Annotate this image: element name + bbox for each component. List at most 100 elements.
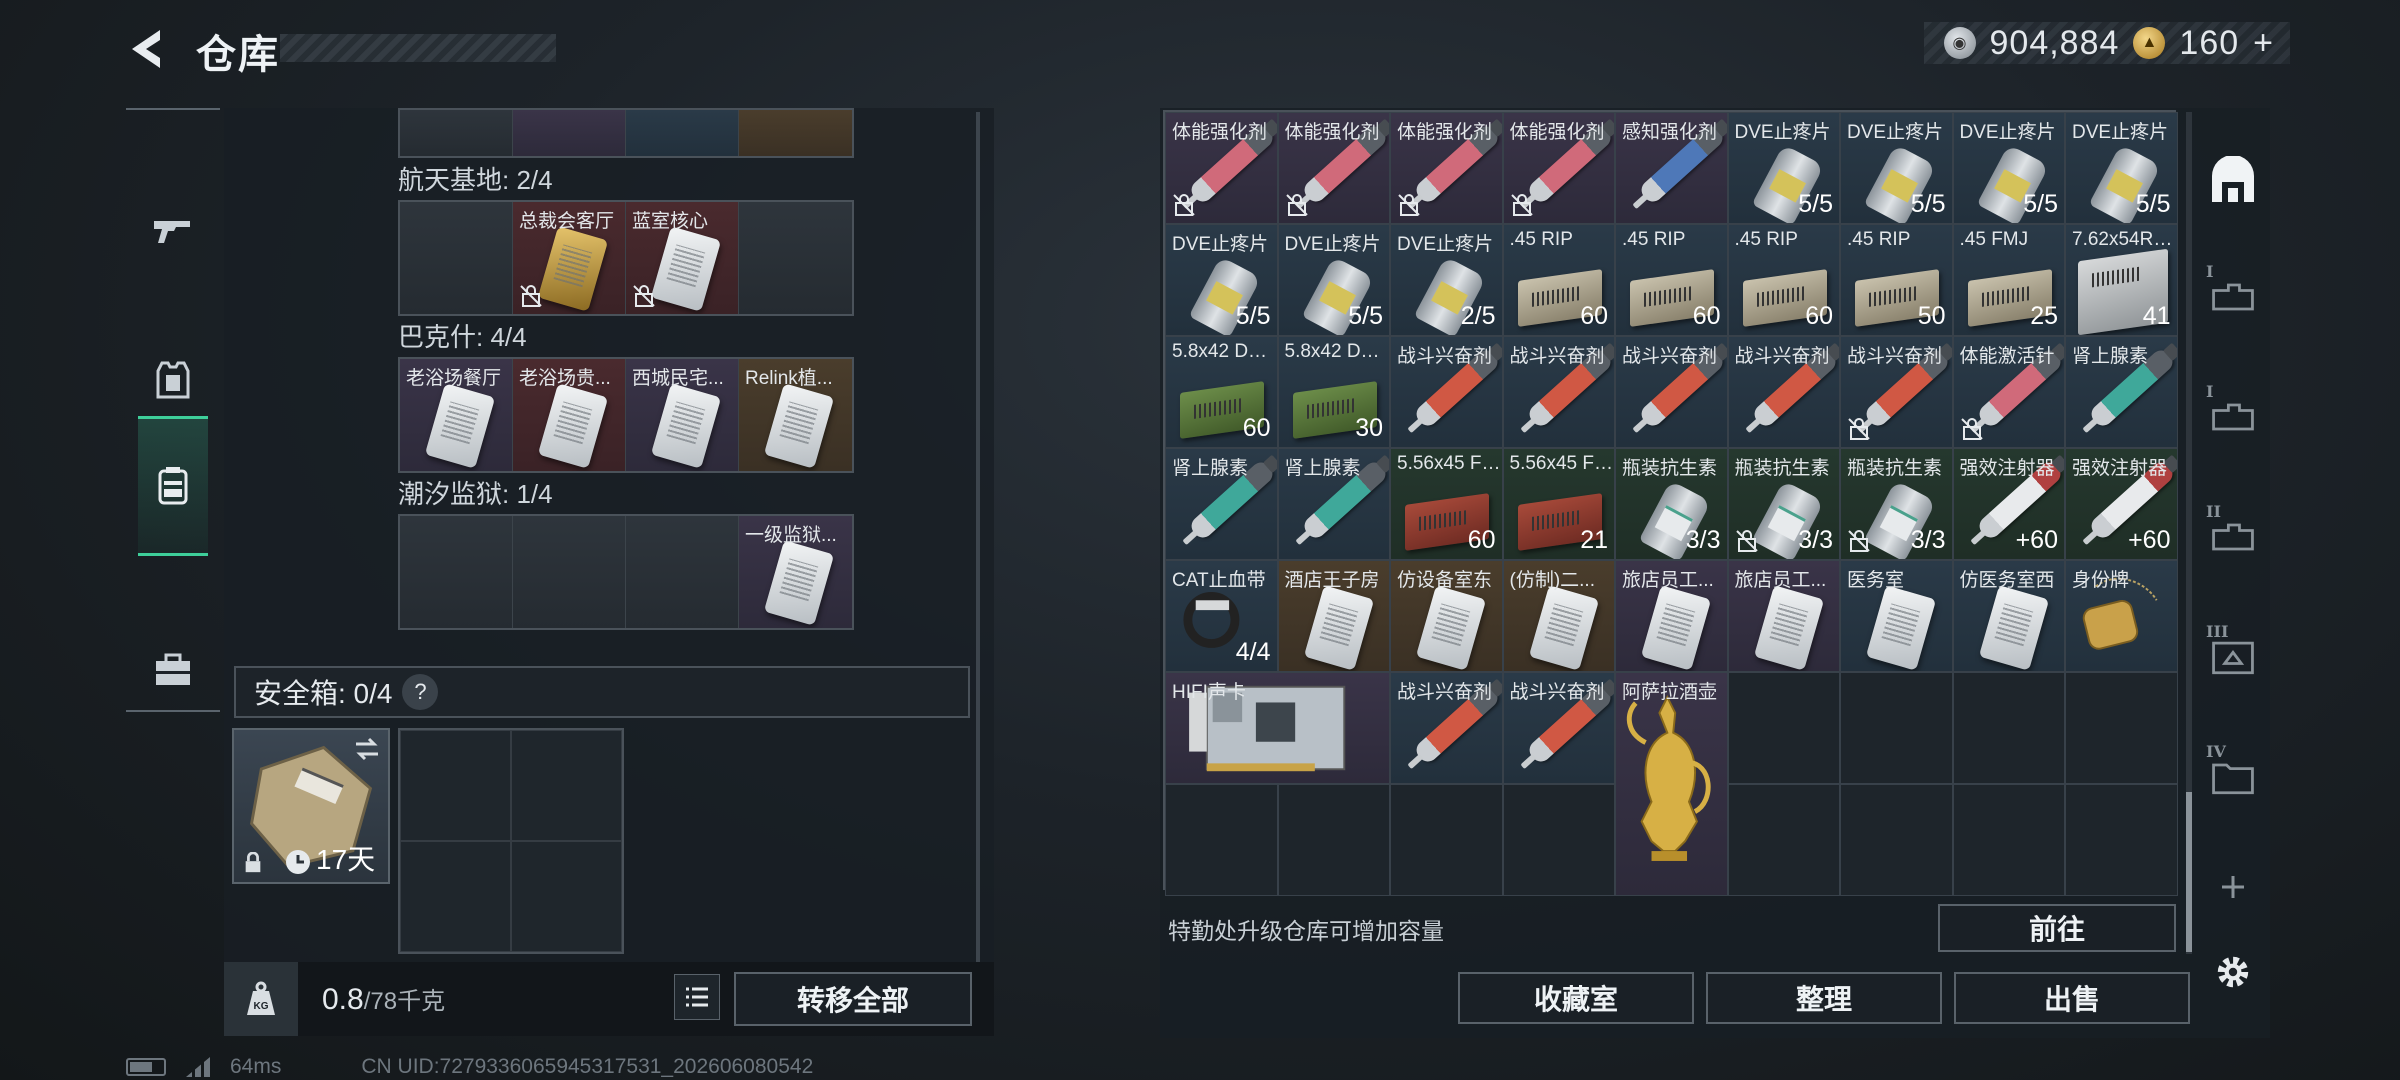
storage-item[interactable]: 5.56x45 FMJ 60 [1390, 448, 1503, 560]
empty-slot[interactable] [2065, 784, 2178, 896]
storage-item[interactable]: 战斗兴奋剂 [1727, 336, 1840, 448]
help-button[interactable]: ? [402, 674, 439, 710]
key-item[interactable]: Relink植... [739, 359, 852, 471]
key-item[interactable]: 蓝室核心 [626, 202, 739, 314]
storage-item[interactable]: DVE止疼片 5/5 [1165, 224, 1278, 336]
sort-button[interactable]: 整理 [1706, 972, 1942, 1024]
storage-item[interactable]: DVE止疼片 5/5 [1840, 112, 1953, 224]
storage-item[interactable]: 体能强化剂 [1390, 112, 1503, 224]
storage-item[interactable]: (仿制)二... [1502, 560, 1615, 672]
safe-slot[interactable] [400, 730, 511, 841]
storage-item[interactable]: 肾上腺素 [1165, 448, 1278, 560]
storage-item[interactable]: 战斗兴奋剂 [1502, 336, 1615, 448]
storage-item[interactable]: 强效注射器 +60 [1952, 448, 2065, 560]
storage-item[interactable]: CAT止血带 4/4 [1165, 560, 1278, 672]
storage-item[interactable]: 肾上腺素 [1277, 448, 1390, 560]
storage-item[interactable]: 体能强化剂 [1502, 112, 1615, 224]
storage-item[interactable]: 体能强化剂 [1277, 112, 1390, 224]
empty-slot[interactable] [1390, 784, 1503, 896]
storage-item[interactable]: 体能强化剂 [1165, 112, 1278, 224]
add-storage-button[interactable] [2206, 862, 2260, 912]
storage-item[interactable]: DVE止疼片 5/5 [1727, 112, 1840, 224]
empty-slot[interactable] [739, 202, 852, 314]
safe-slot[interactable] [511, 841, 622, 952]
storage-item[interactable]: .45 RIP 60 [1502, 224, 1615, 336]
empty-slot[interactable] [1502, 784, 1615, 896]
key-slot[interactable] [626, 110, 739, 156]
storage-item[interactable]: 体能激活针 [1952, 336, 2065, 448]
empty-slot[interactable] [1165, 784, 1278, 896]
storage-item[interactable]: .45 FMJ 25 [1952, 224, 2065, 336]
storage-item[interactable]: 仿设备室东 [1390, 560, 1503, 672]
storage-item[interactable]: 战斗兴奋剂 [1390, 336, 1503, 448]
storage-item[interactable]: 战斗兴奋剂 [1840, 336, 1953, 448]
empty-slot[interactable] [1277, 784, 1390, 896]
key-item[interactable]: 老浴场贵... [513, 359, 626, 471]
storage-item[interactable]: 仿医务室西 [1952, 560, 2065, 672]
empty-slot[interactable] [513, 516, 626, 628]
empty-slot[interactable] [1727, 784, 1840, 896]
key-item[interactable]: 西城民宅... [626, 359, 739, 471]
storage-item[interactable]: DVE止疼片 5/5 [1952, 112, 2065, 224]
empty-slot[interactable] [2065, 672, 2178, 784]
tab-tools[interactable] [138, 600, 208, 740]
storage-item[interactable]: 感知强化剂 [1615, 112, 1728, 224]
storage-scrollbar[interactable] [2186, 112, 2192, 954]
storage-item[interactable]: .45 RIP 50 [1840, 224, 1953, 336]
key-item[interactable]: 老浴场餐厅 [400, 359, 513, 471]
storage-item[interactable]: 战斗兴奋剂 [1615, 336, 1728, 448]
swap-icon[interactable] [352, 734, 382, 764]
empty-slot[interactable] [1952, 672, 2065, 784]
storage-item[interactable]: 旅店员工... [1727, 560, 1840, 672]
key-slot[interactable] [513, 110, 626, 156]
tab-storage-1b[interactable]: I [2206, 382, 2260, 452]
empty-slot[interactable] [626, 516, 739, 628]
storage-item[interactable]: 5.8x42 DVP88 60 [1165, 336, 1278, 448]
storage-item[interactable]: 身份牌 [2065, 560, 2178, 672]
empty-slot[interactable] [1840, 784, 1953, 896]
storage-item[interactable]: 酒店王子房 [1277, 560, 1390, 672]
empty-slot[interactable] [1727, 672, 1840, 784]
list-view-button[interactable] [674, 974, 720, 1020]
key-item[interactable]: 总裁会客厅 [513, 202, 626, 314]
tab-weapons[interactable] [138, 160, 208, 300]
storage-item[interactable]: DVE止疼片 5/5 [1277, 224, 1390, 336]
safe-box-item[interactable]: 17天 [232, 728, 390, 884]
storage-item[interactable]: 5.8x42 DVP88 30 [1277, 336, 1390, 448]
empty-slot[interactable] [1840, 672, 1953, 784]
storage-item[interactable]: 强效注射器 +60 [2065, 448, 2178, 560]
storage-item[interactable]: DVE止疼片 5/5 [2065, 112, 2178, 224]
storage-item[interactable]: 战斗兴奋剂 [1390, 672, 1503, 784]
gold-add-button[interactable]: + [2253, 24, 2274, 63]
tab-storage-4[interactable]: IV [2206, 742, 2260, 812]
storage-item[interactable]: 肾上腺素 [2065, 336, 2178, 448]
collection-room-button[interactable]: 收藏室 [1458, 972, 1694, 1024]
storage-item[interactable]: 5.56x45 FMJ 21 [1502, 448, 1615, 560]
tab-storage-3[interactable]: III [2206, 622, 2260, 692]
storage-item[interactable]: 旅店员工... [1615, 560, 1728, 672]
empty-slot[interactable] [400, 202, 513, 314]
loadout-scrollbar[interactable] [976, 112, 980, 962]
storage-item[interactable]: 7.62x54R T46M 41 [2065, 224, 2178, 336]
storage-item[interactable]: .45 RIP 60 [1727, 224, 1840, 336]
safe-slot[interactable] [511, 730, 622, 841]
empty-slot[interactable] [1952, 784, 2065, 896]
tab-containers[interactable] [138, 416, 208, 556]
empty-slot[interactable] [400, 516, 513, 628]
storage-item[interactable]: 瓶装抗生素 3/3 [1615, 448, 1728, 560]
key-item[interactable]: 一级监狱... [739, 516, 852, 628]
tab-storage-main[interactable] [2206, 148, 2260, 218]
storage-item[interactable]: .45 RIP 60 [1615, 224, 1728, 336]
safe-slot[interactable] [400, 841, 511, 952]
settings-button[interactable] [2206, 942, 2260, 1002]
storage-item[interactable]: HIFI声卡 [1165, 672, 1390, 784]
storage-item[interactable]: 瓶装抗生素 3/3 [1727, 448, 1840, 560]
storage-item[interactable]: 瓶装抗生素 3/3 [1840, 448, 1953, 560]
storage-item[interactable]: DVE止疼片 2/5 [1390, 224, 1503, 336]
back-button[interactable] [122, 24, 172, 74]
goto-button[interactable]: 前往 [1938, 904, 2176, 952]
transfer-all-button[interactable]: 转移全部 [734, 972, 972, 1026]
storage-item[interactable]: 医务室 [1840, 560, 1953, 672]
tab-storage-1a[interactable]: I [2206, 262, 2260, 332]
storage-item[interactable]: 战斗兴奋剂 [1502, 672, 1615, 784]
